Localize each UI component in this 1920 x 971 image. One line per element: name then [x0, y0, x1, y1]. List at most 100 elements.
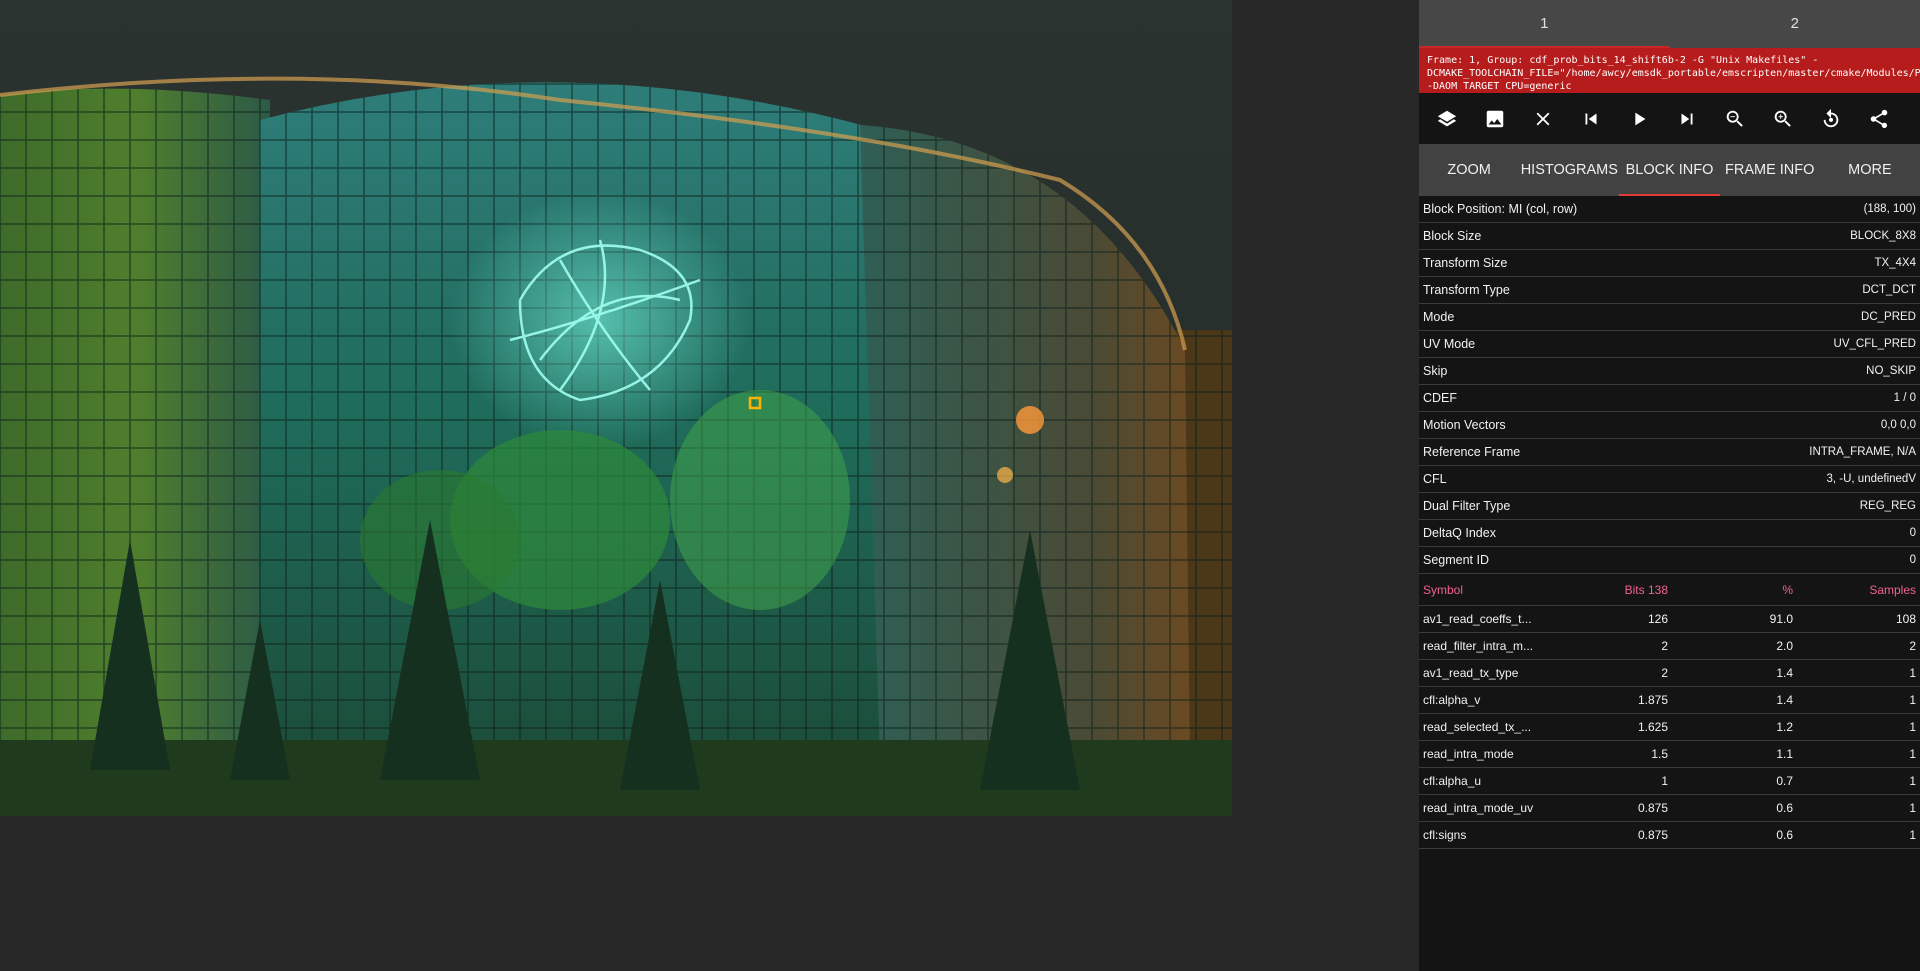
block-info-row: Transform Size TX_4X4 — [1419, 250, 1920, 277]
zoom-out-button[interactable] — [1711, 95, 1759, 143]
share-button[interactable] — [1855, 95, 1903, 143]
table-row: cfl:alpha_u 1 0.7 1 — [1419, 768, 1920, 795]
zoom-out-icon — [1726, 110, 1743, 127]
zoom-in-icon — [1774, 110, 1791, 127]
symbol-samples: 1 — [1909, 720, 1916, 734]
symbol-name: cfl:alpha_v — [1423, 693, 1481, 707]
table-row: cfl:signs 0.875 0.6 1 — [1419, 822, 1920, 849]
block-info-value: BLOCK_8X8 — [1850, 230, 1916, 242]
symbol-samples: 1 — [1909, 828, 1916, 842]
symbol-percent: 1.4 — [1776, 693, 1793, 707]
toolbar — [1419, 93, 1920, 144]
block-info-row: Skip NO_SKIP — [1419, 358, 1920, 385]
block-info-key: Block Position: MI (col, row) — [1423, 202, 1578, 216]
symbol-bits: 1.625 — [1637, 720, 1668, 734]
symbol-name: cfl:signs — [1423, 828, 1467, 842]
column-header-samples[interactable]: Samples — [1793, 574, 1916, 605]
symbol-percent: 0.6 — [1776, 828, 1793, 842]
layers-button[interactable] — [1423, 95, 1471, 143]
block-info-key: Block Size — [1423, 229, 1482, 243]
symbol-percent: 1.2 — [1776, 720, 1793, 734]
table-row: av1_read_coeffs_t... 126 91.0 108 — [1419, 606, 1920, 633]
close-icon — [1536, 112, 1550, 125]
tab-zoom[interactable]: ZOOM — [1419, 144, 1519, 196]
table-row: read_selected_tx_... 1.625 1.2 1 — [1419, 714, 1920, 741]
symbol-percent: 2.0 — [1776, 639, 1793, 653]
decoded-frame-image[interactable] — [0, 0, 1232, 816]
frame-tabs: 1 2 — [1419, 0, 1920, 48]
symbol-name: cfl:alpha_u — [1423, 774, 1482, 788]
column-header-percent[interactable]: % — [1668, 574, 1793, 605]
layers-icon — [1437, 110, 1457, 126]
symbol-samples: 1 — [1909, 801, 1916, 815]
frame-tab-2[interactable]: 2 — [1670, 0, 1920, 48]
column-header-bits[interactable]: Bits 138 — [1553, 574, 1668, 605]
block-info-value: 0 — [1909, 527, 1916, 539]
symbol-bits: 0.875 — [1637, 828, 1668, 842]
table-row: cfl:alpha_v 1.875 1.4 1 — [1419, 687, 1920, 714]
symbol-samples: 1 — [1909, 693, 1916, 707]
block-info-value: (188, 100) — [1863, 203, 1916, 215]
play-button[interactable] — [1615, 95, 1663, 143]
tab-block-info[interactable]: BLOCK INFO — [1619, 144, 1720, 196]
tab-frame-info[interactable]: FRAME INFO — [1720, 144, 1820, 196]
replay-30-icon — [1823, 108, 1839, 127]
tab-more[interactable]: MORE — [1820, 144, 1920, 196]
symbol-percent: 1.4 — [1776, 666, 1793, 680]
block-info-key: Dual Filter Type — [1423, 499, 1511, 513]
next-frame-button[interactable] — [1663, 95, 1711, 143]
block-info-value: 1 / 0 — [1893, 392, 1916, 404]
block-info-value: 0 — [1909, 554, 1916, 566]
close-button[interactable] — [1519, 95, 1567, 143]
block-info-key: Segment ID — [1423, 553, 1490, 567]
block-info-row: UV Mode UV_CFL_PRED — [1419, 331, 1920, 358]
symbol-bits: 2 — [1661, 666, 1668, 680]
symbol-name: read_intra_mode — [1423, 747, 1514, 761]
replay-30-button[interactable] — [1807, 95, 1855, 143]
block-info-key: Mode — [1423, 310, 1455, 324]
symbol-name: av1_read_coeffs_t... — [1423, 612, 1532, 626]
block-info-row: Block Size BLOCK_8X8 — [1419, 223, 1920, 250]
symbol-name: read_intra_mode_uv — [1423, 801, 1534, 815]
zoom-in-button[interactable] — [1759, 95, 1807, 143]
block-info-value: TX_4X4 — [1874, 257, 1916, 269]
inspector-sidebar: 1 2 Frame: 1, Group: cdf_prob_bits_14_sh… — [1419, 0, 1920, 971]
skip-next-icon — [1681, 113, 1693, 124]
block-info-row: Segment ID 0 — [1419, 547, 1920, 574]
block-info-value: DCT_DCT — [1862, 284, 1916, 296]
symbol-bits: 1.5 — [1651, 747, 1668, 761]
symbol-samples: 108 — [1895, 612, 1916, 626]
tab-histograms[interactable]: HISTOGRAMS — [1519, 144, 1619, 196]
block-info-row: Block Position: MI (col, row) (188, 100) — [1419, 196, 1920, 223]
block-info-row: CFL 3, -U, undefinedV — [1419, 466, 1920, 493]
symbol-name: read_filter_intra_m... — [1423, 639, 1534, 653]
block-info-value: 0,0 0,0 — [1880, 419, 1916, 431]
block-info-value: REG_REG — [1859, 500, 1916, 512]
symbol-table-header: Symbol Bits 138 % Samples — [1419, 574, 1920, 606]
table-row: av1_read_tx_type 2 1.4 1 — [1419, 660, 1920, 687]
symbol-name: read_selected_tx_... — [1423, 720, 1532, 734]
symbol-bits: 0.875 — [1637, 801, 1668, 815]
symbol-samples: 1 — [1909, 747, 1916, 761]
symbol-percent: 0.7 — [1776, 774, 1793, 788]
symbol-bits: 2 — [1661, 639, 1668, 653]
symbol-percent: 1.1 — [1776, 747, 1793, 761]
table-row: read_intra_mode 1.5 1.1 1 — [1419, 741, 1920, 768]
share-icon — [1870, 109, 1888, 128]
block-info-row: Dual Filter Type REG_REG — [1419, 493, 1920, 520]
column-header-symbol[interactable]: Symbol — [1423, 574, 1553, 605]
block-info-row: Motion Vectors 0,0 0,0 — [1419, 412, 1920, 439]
symbol-percent: 91.0 — [1769, 612, 1793, 626]
table-row: read_filter_intra_m... 2 2.0 2 — [1419, 633, 1920, 660]
block-info-row: Reference Frame INTRA_FRAME, N/A — [1419, 439, 1920, 466]
symbol-bits: 126 — [1647, 612, 1668, 626]
block-info-key: Reference Frame — [1423, 445, 1521, 459]
symbol-samples: 1 — [1909, 774, 1916, 788]
frame-tab-1[interactable]: 1 — [1419, 0, 1670, 48]
block-info-value: DC_PRED — [1861, 311, 1916, 323]
previous-frame-button[interactable] — [1567, 95, 1615, 143]
frame-viewer[interactable] — [0, 0, 1419, 971]
image-button[interactable] — [1471, 95, 1519, 143]
block-info-value: 3, -U, undefinedV — [1826, 473, 1916, 485]
block-info-row: Mode DC_PRED — [1419, 304, 1920, 331]
